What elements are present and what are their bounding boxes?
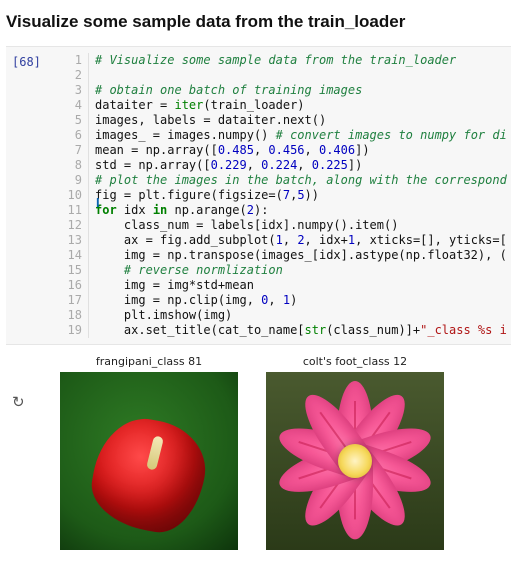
line-number: 1 bbox=[60, 53, 89, 68]
code-source[interactable]: images_ = images.numpy() # convert image… bbox=[89, 128, 507, 143]
output-figure: colt's foot_class 12 bbox=[266, 355, 444, 550]
code-line[interactable]: 4dataiter = iter(train_loader) bbox=[60, 98, 507, 113]
code-source[interactable]: img = np.clip(img, 0, 1) bbox=[89, 293, 297, 308]
code-line[interactable]: 8std = np.array([0.229, 0.224, 0.225]) bbox=[60, 158, 507, 173]
line-number: 18 bbox=[60, 308, 89, 323]
code-line[interactable]: 16 img = img*std+mean bbox=[60, 278, 507, 293]
line-number: 11 bbox=[60, 203, 89, 218]
code-line[interactable]: 3# obtain one batch of training images bbox=[60, 83, 507, 98]
line-number: 8 bbox=[60, 158, 89, 173]
line-number: 3 bbox=[60, 83, 89, 98]
figure-title: colt's foot_class 12 bbox=[266, 355, 444, 368]
code-line[interactable]: 13 ax = fig.add_subplot(1, 2, idx+1, xti… bbox=[60, 233, 507, 248]
line-number: 9 bbox=[60, 173, 89, 188]
code-line[interactable]: 19 ax.set_title(cat_to_name[str(class_nu… bbox=[60, 323, 507, 338]
code-source[interactable] bbox=[89, 68, 95, 83]
line-number: 10 bbox=[60, 188, 89, 203]
code-line[interactable]: 18 plt.imshow(img) bbox=[60, 308, 507, 323]
line-number: 7 bbox=[60, 143, 89, 158]
code-source[interactable]: dataiter = iter(train_loader) bbox=[89, 98, 305, 113]
code-source[interactable]: img = img*std+mean bbox=[89, 278, 254, 293]
code-line[interactable]: 17 img = np.clip(img, 0, 1) bbox=[60, 293, 507, 308]
code-line[interactable]: 14 img = np.transpose(images_[idx].astyp… bbox=[60, 248, 507, 263]
line-number: 4 bbox=[60, 98, 89, 113]
section-heading: Visualize some sample data from the trai… bbox=[6, 12, 511, 32]
code-source[interactable]: for idx in np.arange(2): bbox=[89, 203, 268, 218]
code-line[interactable]: 11for idx in np.arange(2): bbox=[60, 203, 507, 218]
code-line[interactable]: 15 # reverse normlization bbox=[60, 263, 507, 278]
code-line[interactable]: 6images_ = images.numpy() # convert imag… bbox=[60, 128, 507, 143]
code-line[interactable]: 2 bbox=[60, 68, 507, 83]
line-number: 15 bbox=[60, 263, 89, 278]
code-editor[interactable]: 1# Visualize some sample data from the t… bbox=[60, 53, 507, 338]
code-source[interactable]: mean = np.array([0.485, 0.456, 0.406]) bbox=[89, 143, 370, 158]
code-source[interactable]: # obtain one batch of training images bbox=[89, 83, 362, 98]
code-line[interactable]: 5images, labels = dataiter.next() bbox=[60, 113, 507, 128]
code-source[interactable]: class_num = labels[idx].numpy().item() bbox=[89, 218, 398, 233]
code-source[interactable]: fig = plt.figure(figsize=(7,5)) bbox=[89, 188, 319, 203]
code-source[interactable]: # reverse normlization bbox=[89, 263, 283, 278]
output-area: ↻ frangipani_class 81 colt's foot_class 1… bbox=[6, 355, 511, 550]
figure-title: frangipani_class 81 bbox=[60, 355, 238, 368]
line-number: 2 bbox=[60, 68, 89, 83]
code-source[interactable]: plt.imshow(img) bbox=[89, 308, 232, 323]
code-line[interactable]: 9# plot the images in the batch, along w… bbox=[60, 173, 507, 188]
line-number: 6 bbox=[60, 128, 89, 143]
line-number: 12 bbox=[60, 218, 89, 233]
code-cell: [68] 1# Visualize some sample data from … bbox=[6, 46, 511, 345]
code-source[interactable]: # Visualize some sample data from the tr… bbox=[89, 53, 456, 68]
line-number: 19 bbox=[60, 323, 89, 338]
run-icon[interactable]: ↻ bbox=[12, 394, 25, 411]
output-figure: frangipani_class 81 bbox=[60, 355, 238, 550]
code-source[interactable]: std = np.array([0.229, 0.224, 0.225]) bbox=[89, 158, 362, 173]
exec-count-prompt: [68] bbox=[10, 53, 60, 338]
line-number: 14 bbox=[60, 248, 89, 263]
code-source[interactable]: ax = fig.add_subplot(1, 2, idx+1, xticks… bbox=[89, 233, 507, 248]
code-source[interactable]: img = np.transpose(images_[idx].astype(n… bbox=[89, 248, 507, 263]
output-gutter: ↻ bbox=[6, 355, 60, 550]
figure-image bbox=[266, 372, 444, 550]
code-line[interactable]: 10fig = plt.figure(figsize=(7,5)) bbox=[60, 188, 507, 203]
line-number: 13 bbox=[60, 233, 89, 248]
code-source[interactable]: images, labels = dataiter.next() bbox=[89, 113, 326, 128]
code-line[interactable]: 12 class_num = labels[idx].numpy().item(… bbox=[60, 218, 507, 233]
code-source[interactable]: ax.set_title(cat_to_name[str(class_num)]… bbox=[89, 323, 507, 338]
line-number: 16 bbox=[60, 278, 89, 293]
line-number: 5 bbox=[60, 113, 89, 128]
code-source[interactable]: # plot the images in the batch, along wi… bbox=[89, 173, 507, 188]
figure-image bbox=[60, 372, 238, 550]
code-line[interactable]: 7mean = np.array([0.485, 0.456, 0.406]) bbox=[60, 143, 507, 158]
code-line[interactable]: 1# Visualize some sample data from the t… bbox=[60, 53, 507, 68]
line-number: 17 bbox=[60, 293, 89, 308]
